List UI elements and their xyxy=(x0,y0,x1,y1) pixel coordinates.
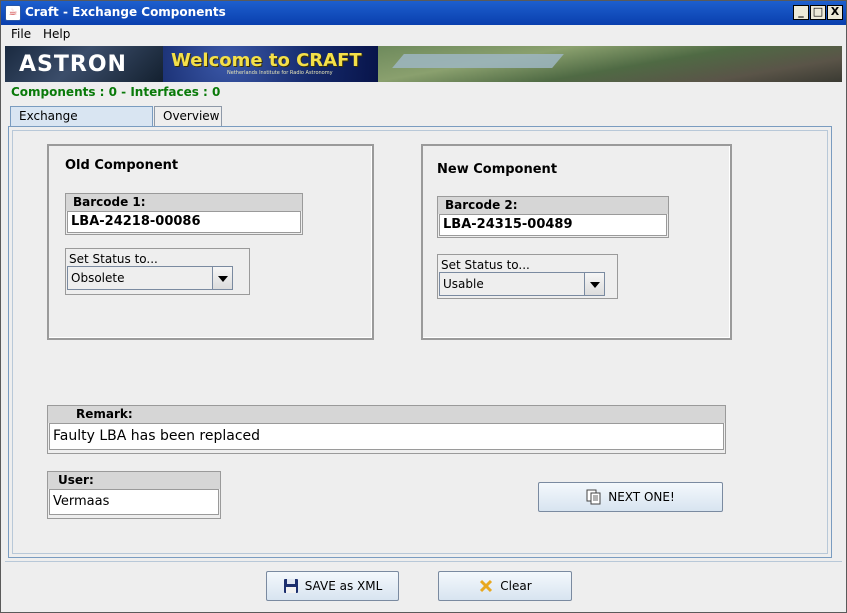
banner: ASTRON Welcome to CRAFT Netherlands Inst… xyxy=(5,46,842,82)
remark-field: Remark: Faulty LBA has been replaced xyxy=(47,405,726,454)
barcode1-field: Barcode 1: LBA-24218-00086 xyxy=(65,193,303,235)
astron-logo: ASTRON xyxy=(5,46,163,82)
old-status-value: Obsolete xyxy=(71,271,125,285)
x-mark-icon xyxy=(480,579,493,592)
barcode1-label: Barcode 1: xyxy=(66,194,302,211)
barcode1-input[interactable]: LBA-24218-00086 xyxy=(67,211,301,233)
footer-separator xyxy=(5,561,842,562)
menu-help[interactable]: Help xyxy=(43,27,70,41)
next-one-label: NEXT ONE! xyxy=(608,490,675,504)
save-as-xml-button[interactable]: SAVE as XML xyxy=(266,571,399,601)
menu-file[interactable]: File xyxy=(11,27,31,41)
java-cup-icon: ☕ xyxy=(5,5,21,21)
component-counts: Components : 0 - Interfaces : 0 xyxy=(11,85,221,99)
close-button[interactable]: X xyxy=(827,5,843,20)
old-component-title: Old Component xyxy=(65,158,179,173)
old-status-group: Set Status to... Obsolete xyxy=(65,248,250,295)
save-as-xml-label: SAVE as XML xyxy=(304,579,383,593)
user-input[interactable]: Vermaas xyxy=(49,489,219,515)
document-stack-icon xyxy=(586,489,601,504)
old-status-select[interactable]: Obsolete xyxy=(67,266,233,290)
window-title: Craft - Exchange Components xyxy=(25,5,226,19)
title-bar: ☕ Craft - Exchange Components _ □ X xyxy=(1,1,846,25)
new-component-group: New Component xyxy=(421,144,732,340)
new-status-value: Usable xyxy=(443,277,484,291)
new-status-group: Set Status to... Usable xyxy=(437,254,618,299)
remark-label: Remark: xyxy=(48,406,725,423)
user-field: User: Vermaas xyxy=(47,471,221,519)
banner-river-shape xyxy=(392,54,564,68)
barcode2-field: Barcode 2: LBA-24315-00489 xyxy=(437,196,669,238)
app-window: ☕ Craft - Exchange Components _ □ X File… xyxy=(0,0,847,613)
user-label: User: xyxy=(48,472,220,489)
banner-subtitle: Netherlands Institute for Radio Astronom… xyxy=(227,70,333,76)
new-status-label: Set Status to... xyxy=(441,258,530,272)
banner-welcome-text: Welcome to CRAFT xyxy=(171,50,362,71)
barcode2-input[interactable]: LBA-24315-00489 xyxy=(439,214,667,236)
clear-button[interactable]: Clear xyxy=(438,571,572,601)
menu-bar: File Help xyxy=(1,25,846,45)
next-one-button[interactable]: NEXT ONE! xyxy=(538,482,723,512)
floppy-disk-icon xyxy=(283,578,298,593)
old-status-label: Set Status to... xyxy=(69,252,158,266)
new-status-select[interactable]: Usable xyxy=(439,272,605,296)
chevron-down-icon[interactable] xyxy=(212,267,232,289)
clear-label: Clear xyxy=(500,579,532,593)
chevron-down-icon[interactable] xyxy=(584,273,604,295)
maximize-button[interactable]: □ xyxy=(810,5,826,20)
barcode2-label: Barcode 2: xyxy=(438,197,668,214)
tab-exchange-component[interactable]: Exchange Component xyxy=(10,106,153,142)
banner-landscape-photo xyxy=(378,46,842,82)
new-component-title: New Component xyxy=(437,162,558,177)
tab-overview[interactable]: Overview xyxy=(154,106,222,127)
minimize-button[interactable]: _ xyxy=(793,5,809,20)
old-component-group: Old Component xyxy=(47,144,374,340)
remark-input[interactable]: Faulty LBA has been replaced xyxy=(49,423,724,450)
